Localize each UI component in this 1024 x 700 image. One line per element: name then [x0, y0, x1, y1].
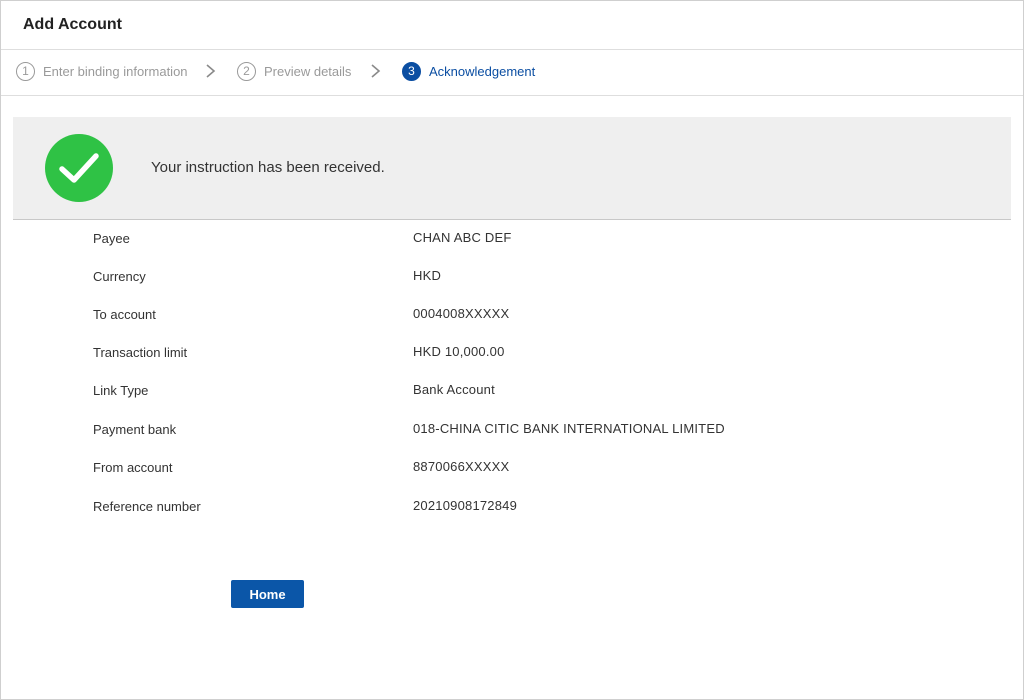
detail-value: HKD: [413, 268, 442, 283]
step-number: 3: [402, 61, 421, 81]
chevron-right-icon: [371, 64, 381, 78]
step-label: Preview details: [264, 63, 352, 79]
detail-value: 20210908172849: [413, 498, 518, 513]
detail-value: 8870066XXXXX: [413, 459, 510, 474]
checkmark-circle-icon: [45, 134, 113, 202]
step-enter-binding-information: 1 Enter binding information: [16, 61, 188, 81]
page-header: Add Account: [1, 1, 1023, 50]
detail-label: From account: [93, 460, 173, 475]
page-frame: Add Account 1 Enter binding information …: [0, 0, 1024, 700]
detail-row-currency: Currency HKD: [1, 258, 1023, 296]
detail-row-to-account: To account 0004008XXXXX: [1, 296, 1023, 334]
detail-label: Reference number: [93, 499, 201, 514]
detail-label: To account: [93, 307, 156, 322]
page-title: Add Account: [23, 16, 122, 33]
detail-value: Bank Account: [413, 382, 495, 397]
step-acknowledgement: 3 Acknowledgement: [402, 61, 535, 81]
detail-label: Link Type: [93, 383, 149, 398]
detail-row-reference-number: Reference number 20210908172849: [1, 488, 1023, 526]
progress-stepper: 1 Enter binding information 2 Preview de…: [1, 50, 1023, 96]
detail-label: Currency: [93, 269, 146, 284]
step-number: 1: [16, 61, 35, 81]
detail-row-payee: Payee CHAN ABC DEF: [1, 220, 1023, 258]
detail-value: 018-CHINA CITIC BANK INTERNATIONAL LIMIT…: [413, 421, 725, 436]
detail-row-transaction-limit: Transaction limit HKD 10,000.00: [1, 334, 1023, 372]
detail-label: Payment bank: [93, 422, 177, 437]
success-message: Your instruction has been received.: [151, 159, 385, 176]
step-label: Enter binding information: [43, 63, 188, 79]
detail-value: 0004008XXXXX: [413, 306, 510, 321]
detail-row-from-account: From account 8870066XXXXX: [1, 449, 1023, 487]
chevron-right-icon: [206, 64, 216, 78]
step-preview-details: 2 Preview details: [237, 61, 351, 81]
detail-label: Transaction limit: [93, 345, 188, 360]
detail-value: CHAN ABC DEF: [413, 230, 512, 245]
success-banner: Your instruction has been received.: [13, 117, 1011, 220]
detail-label: Payee: [93, 231, 130, 246]
detail-row-link-type: Link Type Bank Account: [1, 372, 1023, 410]
detail-value: HKD 10,000.00: [413, 344, 505, 359]
detail-row-payment-bank: Payment bank 018-CHINA CITIC BANK INTERN…: [1, 411, 1023, 449]
home-button[interactable]: Home: [231, 580, 304, 608]
step-number: 2: [237, 61, 256, 81]
step-label: Acknowledgement: [429, 63, 536, 79]
